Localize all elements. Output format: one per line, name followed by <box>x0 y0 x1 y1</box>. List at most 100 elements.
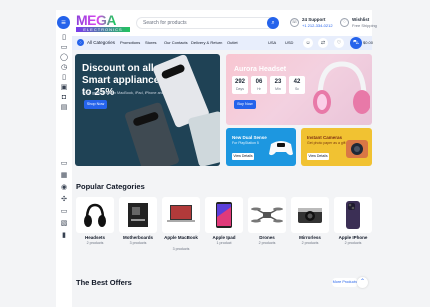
category-name: Headsets <box>84 235 105 240</box>
speaker-category-icon[interactable]: ◉ <box>60 184 68 192</box>
category-count: 2 products <box>258 241 276 245</box>
user-icon[interactable]: ☺ <box>303 38 313 48</box>
headset-icon: ☏ <box>290 18 299 27</box>
category-count: 3 products <box>172 247 190 251</box>
category-name: Apple MacBook <box>164 235 198 240</box>
iphone-image <box>334 197 372 233</box>
headsets-image <box>76 197 114 233</box>
cart-icon[interactable]: ⛍ <box>350 37 362 49</box>
phone-image-side <box>187 110 220 166</box>
logo-main: MEGA <box>76 13 130 27</box>
category-count: 3 products <box>129 241 147 245</box>
categories-grid: Headsets 2 products Motherboards 3 produ… <box>76 197 372 257</box>
tablet-category-icon[interactable]: ▯ <box>60 74 68 82</box>
category-mirrorless[interactable]: Mirrorless 2 products <box>291 197 329 257</box>
support-phone: +1 212-334-0212 <box>302 23 333 28</box>
monitor-category-icon[interactable]: ▭ <box>60 160 68 168</box>
headset-category-icon[interactable]: ◯ <box>60 54 68 62</box>
accessory-category-icon[interactable]: ▧ <box>60 220 68 228</box>
category-headsets[interactable]: Headsets 2 products <box>76 197 114 257</box>
heart-icon: ♡ <box>340 18 349 27</box>
drone-image <box>248 197 286 233</box>
nav-link-contacts[interactable]: Our Contacts <box>164 38 188 48</box>
laptop-category-icon[interactable]: ▭ <box>60 44 68 52</box>
macbook-image <box>162 197 200 233</box>
support-info[interactable]: ☏ 24 Support +1 212-334-0212 <box>290 16 340 30</box>
watch-category-icon[interactable]: ◷ <box>60 64 68 72</box>
storage-category-icon[interactable]: ▤ <box>60 104 68 112</box>
phone-category-icon[interactable]: ▯ <box>60 34 68 42</box>
category-name: Apple Ipad <box>212 235 236 240</box>
carousel-dots[interactable] <box>141 159 155 163</box>
instant-title: Instant Cameras <box>307 135 343 140</box>
category-name: Mirrorless <box>299 235 321 240</box>
scroll-top-icon[interactable]: ⌃ <box>357 277 368 288</box>
category-macbook[interactable]: Apple MacBook 3 products <box>162 197 200 257</box>
search-input[interactable]: Search for products <box>136 17 276 29</box>
support-title: 24 Support <box>302 17 326 22</box>
camera-category-icon[interactable]: ▣ <box>60 84 68 92</box>
nav-link-delivery[interactable]: Delivery & Return <box>191 38 222 48</box>
wishlist-icon[interactable]: ♡ <box>334 38 344 48</box>
grid-icon: ⁘ <box>77 39 84 47</box>
camera-bar <box>160 63 186 80</box>
search-icon[interactable]: ⌕ <box>267 17 279 29</box>
category-iphone[interactable]: Apple IPhone 2 products <box>334 197 372 257</box>
dual-sense-banner[interactable]: New Dual Sense For PlayStation 5 View De… <box>226 128 296 166</box>
instant-subtitle: Get photo paper as a gift <box>307 141 346 145</box>
nav-link-promotions[interactable]: Promotions <box>120 38 140 48</box>
dual-details-button[interactable]: View Details <box>232 153 254 160</box>
wishlist-title: Wishlist <box>352 17 370 22</box>
printer-category-icon[interactable]: ▦ <box>60 172 68 180</box>
category-ipad[interactable]: Apple Ipad 1 product <box>205 197 243 257</box>
currency-select[interactable]: USA <box>268 38 276 48</box>
drone-category-icon[interactable]: ✣ <box>60 196 68 204</box>
instant-cameras-banner[interactable]: Instant Cameras Get photo paper as a gif… <box>301 128 372 166</box>
hero-subtitle: Shop great deals on MacBook, iPad, iPhon… <box>82 91 172 95</box>
motherboard-image <box>119 197 157 233</box>
wishlist-info[interactable]: ♡ Wishlist Free Shipping <box>340 16 377 30</box>
ipad-image <box>205 197 243 233</box>
aurora-buy-button[interactable]: Buy Now <box>234 100 256 109</box>
main-nav: ⁘ All Categories Promotions Stores Our Co… <box>72 36 374 50</box>
category-name: Drones <box>259 235 275 240</box>
popular-categories-title: Popular Categories <box>76 182 145 191</box>
cart-total: $0.00 <box>363 40 374 45</box>
site-header: MEGA ELECTRONICS Search for products ⌕ ☏… <box>72 10 377 36</box>
all-categories-button[interactable]: ⁘ All Categories <box>77 38 117 48</box>
best-offers-title: The Best Offers <box>76 278 132 287</box>
category-motherboards[interactable]: Motherboards 3 products <box>119 197 157 257</box>
tv-category-icon[interactable]: ▭ <box>60 208 68 216</box>
category-name: Apple IPhone <box>338 235 368 240</box>
compare-icon[interactable]: ⇄ <box>318 38 328 48</box>
category-count: 2 products <box>86 241 104 245</box>
aurora-title: Aurora Headset <box>234 66 287 73</box>
site-logo[interactable]: MEGA ELECTRONICS <box>76 13 130 33</box>
aurora-banner[interactable]: Aurora Headset 292 Days 06 Hr 23 Min 42 Sc B… <box>226 54 372 125</box>
nav-link-stores[interactable]: Stores <box>145 38 157 48</box>
category-name: Motherboards <box>122 235 153 240</box>
headset-image <box>313 61 370 114</box>
logo-sub: ELECTRONICS <box>76 27 130 32</box>
hero-banner[interactable]: Discount on all Smart appliances up to 2… <box>75 54 220 166</box>
gamepad-category-icon[interactable]: ◘ <box>60 94 68 102</box>
battery-category-icon[interactable]: ▮ <box>60 232 68 240</box>
timer-seconds: 42 Sc <box>289 76 305 94</box>
hero-shop-button[interactable]: Shop Now <box>84 100 107 109</box>
left-rail: ≡ ▯ ▭ ◯ ◷ ▯ ▣ ◘ ▤ ▭ ▦ ◉ ✣ ▭ ▧ ▮ <box>56 10 72 307</box>
all-categories-label: All Categories <box>87 40 116 45</box>
timer-minutes: 23 Min <box>270 76 286 94</box>
nav-link-outlet[interactable]: Outlet <box>227 38 238 48</box>
instant-details-button[interactable]: View Details <box>307 153 329 160</box>
menu-icon[interactable]: ≡ <box>57 16 70 29</box>
timer-hours: 06 Hr <box>251 76 267 94</box>
controller-image <box>269 141 293 156</box>
category-drones[interactable]: Drones 2 products <box>248 197 286 257</box>
language-select[interactable]: USD <box>285 38 293 48</box>
timer-days: 292 Days <box>232 76 248 94</box>
dual-subtitle: For PlayStation 5 <box>232 141 259 145</box>
more-products-button[interactable]: More Products <box>332 278 358 287</box>
category-count: 1 product <box>216 241 232 245</box>
dual-title: New Dual Sense <box>232 135 267 140</box>
countdown-timer: 292 Days 06 Hr 23 Min 42 Sc <box>232 76 310 95</box>
